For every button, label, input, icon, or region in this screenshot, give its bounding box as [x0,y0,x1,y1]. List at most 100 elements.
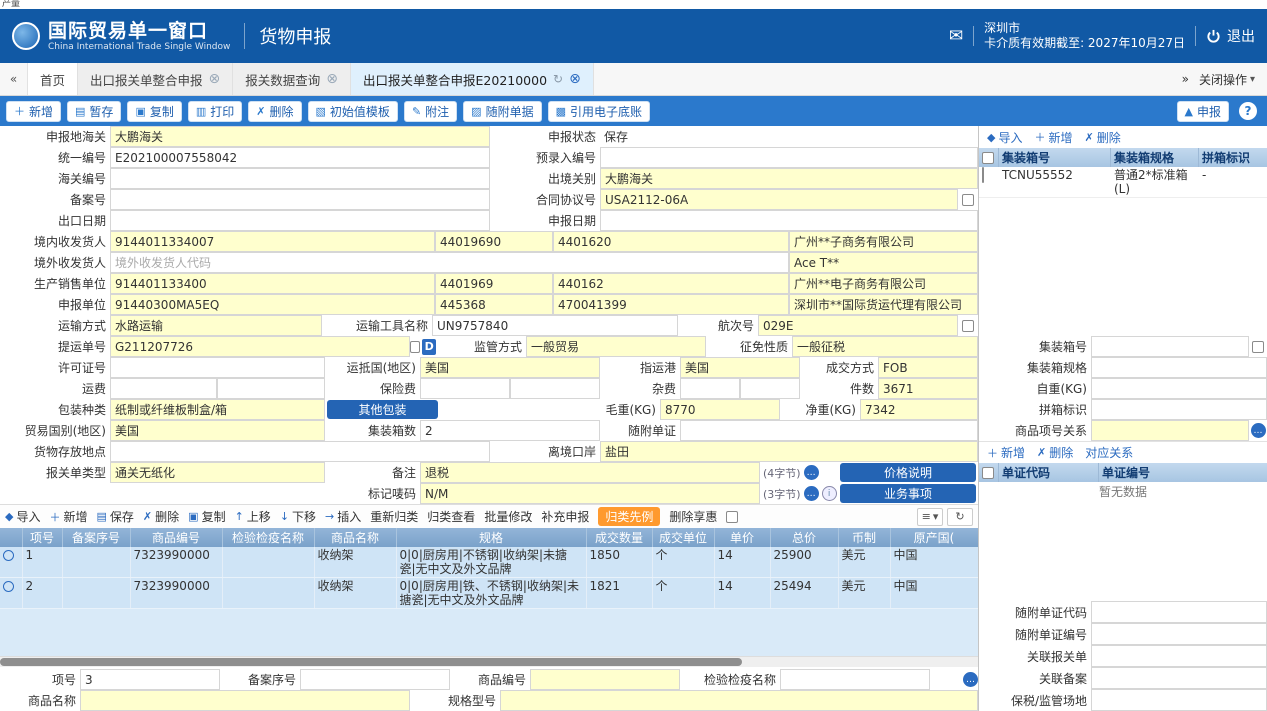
tab-export-declaration-document[interactable]: 出口报关单整合申报E20210000 ↻ ⊗ [351,63,594,95]
price-note-button[interactable]: 价格说明 [840,463,976,482]
net-weight-field[interactable]: 7342 [860,399,978,420]
container-import-button[interactable]: ◆导入 [987,129,1022,146]
cell-unit-price[interactable]: 14 [714,578,770,609]
attached-documents-button[interactable]: ▨随附单据 [463,101,541,122]
cell-ciq-name[interactable] [222,547,314,578]
voyage-field[interactable]: 029E [758,315,958,336]
marks-info-icon[interactable]: i [822,486,837,501]
tab-export-declaration[interactable]: 出口报关单整合申报 ⊗ [78,63,233,95]
cell-origin[interactable]: 中国 [890,578,978,609]
goods-move-up-button[interactable]: ↑上移 [235,508,271,525]
goods-import-button[interactable]: ◆导入 [5,508,40,525]
cell-qty[interactable]: 1850 [586,547,652,578]
goods-save-button[interactable]: ▤保存 [97,508,134,525]
classification-precedent-button[interactable]: 归类先例 [598,507,660,526]
remark-more-icon[interactable]: … [804,465,819,480]
container-add-button[interactable]: ＋新增 [1034,129,1072,146]
cell-goods-name[interactable]: 收纳架 [314,547,396,578]
cell-unit[interactable]: 个 [652,547,714,578]
producer-code3-field[interactable]: 440162 [553,273,789,294]
cell-goods-name[interactable]: 收纳架 [314,578,396,609]
container-spec-field[interactable] [1091,357,1267,378]
temp-save-button[interactable]: ▤暂存 [67,101,121,122]
goods-insert-button[interactable]: →插入 [325,508,361,525]
detail-spec-field[interactable] [500,690,978,711]
correspondence-button[interactable]: 对应关系 [1085,444,1133,461]
producer-code2-field[interactable]: 4401969 [435,273,553,294]
cell-qty[interactable]: 1821 [586,578,652,609]
delete-benefit-button[interactable]: 删除享惠 [669,508,717,525]
insurance-field-2[interactable] [510,378,600,399]
goods-row[interactable]: 1 7323990000 收纳架 0|0|厨房用|不锈钢|收纳架|未搪瓷|无中文… [0,547,978,578]
declare-button[interactable]: ▲申报 [1177,101,1229,122]
trade-country-field[interactable]: 美国 [110,420,325,441]
customs-no-field[interactable] [110,168,490,189]
bill-no-field[interactable]: G211207726 [110,336,410,357]
agent-code1-field[interactable]: 91440300MA5EQ [110,294,435,315]
dest-port-field[interactable]: 美国 [680,357,800,378]
supervision-field[interactable]: 一般贸易 [526,336,706,357]
overseas-name-field[interactable]: Ace T** [789,252,978,273]
domestic-code2-field[interactable]: 44019690 [435,231,553,252]
row-expand-icon[interactable] [3,581,14,592]
agent-name-field[interactable]: 深圳市**国际货运代理有限公司 [789,294,978,315]
declare-date-field[interactable] [600,210,978,231]
freight-field-2[interactable] [217,378,325,399]
marks-field[interactable]: N/M [420,483,760,504]
cell-container-spec[interactable]: 普通2*标准箱 (L) [1111,167,1199,197]
arrival-country-field[interactable]: 美国 [420,357,600,378]
scrollbar-thumb[interactable] [0,658,742,666]
unified-no-field[interactable]: E202100007558042 [110,147,490,168]
select-all-checkbox[interactable] [982,152,994,164]
misc-fee-field-2[interactable] [740,378,800,399]
electronic-ledger-button[interactable]: ▩引用电子底账 [548,101,650,122]
cell-ciq-name[interactable] [222,578,314,609]
container-no-checkbox[interactable] [1252,341,1264,353]
document-add-button[interactable]: ＋新增 [987,444,1025,461]
tare-weight-field[interactable] [1091,378,1267,399]
declare-customs-field[interactable]: 大鹏海关 [110,126,490,147]
domestic-code1-field[interactable]: 9144011334007 [110,231,435,252]
container-delete-button[interactable]: ✗删除 [1085,129,1121,146]
copy-button[interactable]: ▣复制 [127,101,181,122]
producer-code1-field[interactable]: 914401133400 [110,273,435,294]
exemption-field[interactable]: 一般征税 [792,336,978,357]
cell-item-no[interactable]: 2 [22,578,62,609]
document-delete-button[interactable]: ✗删除 [1037,444,1073,461]
contract-field[interactable]: USA2112-06A [600,189,958,210]
license-field[interactable] [110,357,325,378]
logout-button[interactable]: 退出 [1206,26,1255,46]
new-button[interactable]: ＋新增 [6,101,61,122]
insurance-field-1[interactable] [420,378,510,399]
tab-home[interactable]: 首页 [28,63,78,95]
refresh-tab-icon[interactable]: ↻ [553,72,563,86]
goods-move-down-button[interactable]: ↓下移 [280,508,316,525]
cell-total-price[interactable]: 25494 [770,578,838,609]
agent-code3-field[interactable]: 470041399 [553,294,789,315]
attached-doc-field[interactable] [680,420,978,441]
row-expand-icon[interactable] [3,550,14,561]
annotation-button[interactable]: ✎附注 [404,101,457,122]
cell-spec[interactable]: 0|0|厨房用|铁、不锈钢|收纳架|未搪瓷|无中文及外文品牌 [396,578,586,609]
declaration-type-field[interactable]: 通关无纸化 [110,462,325,483]
storage-place-field[interactable] [110,441,490,462]
detail-more-icon[interactable]: … [963,672,978,687]
business-matters-button[interactable]: 业务事项 [840,484,976,503]
goods-toolbar-checkbox[interactable] [726,511,738,523]
bill-checkbox[interactable] [410,341,420,353]
container-count-field[interactable]: 2 [420,420,600,441]
agent-code2-field[interactable]: 445368 [435,294,553,315]
pre-entry-field[interactable] [600,147,978,168]
item-relation-field[interactable] [1091,420,1249,441]
close-tab-icon[interactable]: ⊗ [569,71,581,87]
batch-edit-button[interactable]: 批量修改 [484,508,532,525]
cell-spec[interactable]: 0|0|厨房用|不锈钢|收纳架|未搪瓷|无中文及外文品牌 [396,547,586,578]
voyage-checkbox[interactable] [962,320,974,332]
detail-name-field[interactable] [80,690,410,711]
cell-currency[interactable]: 美元 [838,547,890,578]
doc-code-field[interactable] [1091,601,1267,623]
doc-select-all-checkbox[interactable] [982,467,994,479]
detail-item-field[interactable]: 3 [80,669,220,690]
cell-currency[interactable]: 美元 [838,578,890,609]
cell-unit-price[interactable]: 14 [714,547,770,578]
